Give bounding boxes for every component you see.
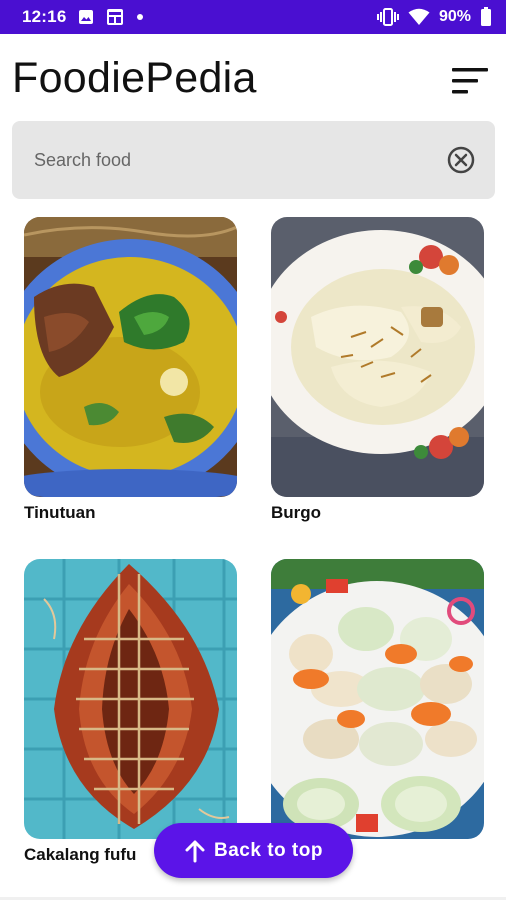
food-image-burgo (271, 217, 484, 497)
food-image-4 (271, 559, 484, 839)
food-card-4[interactable] (271, 559, 484, 839)
app-header: FoodiePedia (0, 34, 506, 120)
food-name: Burgo (271, 503, 322, 522)
clear-search-button[interactable] (445, 144, 477, 176)
search-input[interactable] (34, 149, 445, 171)
app-title: FoodiePedia (12, 54, 257, 102)
battery-percent: 90% (438, 8, 471, 25)
image-icon (78, 9, 94, 25)
back-to-top-button[interactable]: Back to top (154, 823, 353, 878)
status-time: 12:16 (22, 7, 67, 26)
arrow-up-icon (185, 840, 205, 862)
sort-lines-icon (452, 68, 488, 94)
food-image-cakalang-fufu (24, 559, 237, 839)
food-card-cakalang-fufu[interactable]: Cakalang fufu (24, 559, 237, 864)
food-card-tinutuan[interactable]: Tinutuan (24, 217, 237, 522)
food-image-tinutuan (24, 217, 237, 497)
food-name: Tinutuan (24, 503, 96, 522)
notification-badge-icon (106, 8, 124, 26)
search-bar (12, 121, 495, 199)
food-card-burgo[interactable]: Burgo (271, 217, 484, 522)
wifi-icon (408, 8, 430, 26)
vibrate-icon (376, 8, 399, 26)
food-name: Cakalang fufu (24, 845, 137, 864)
back-to-top-label: Back to top (214, 839, 323, 861)
sort-button[interactable] (450, 64, 490, 98)
status-right: 90% (376, 7, 492, 27)
status-left: 12:16 (22, 7, 144, 27)
battery-icon (480, 7, 492, 27)
status-bar: 12:16 90% (0, 0, 506, 34)
clear-circle-icon (447, 146, 475, 174)
dot-icon (136, 13, 144, 21)
